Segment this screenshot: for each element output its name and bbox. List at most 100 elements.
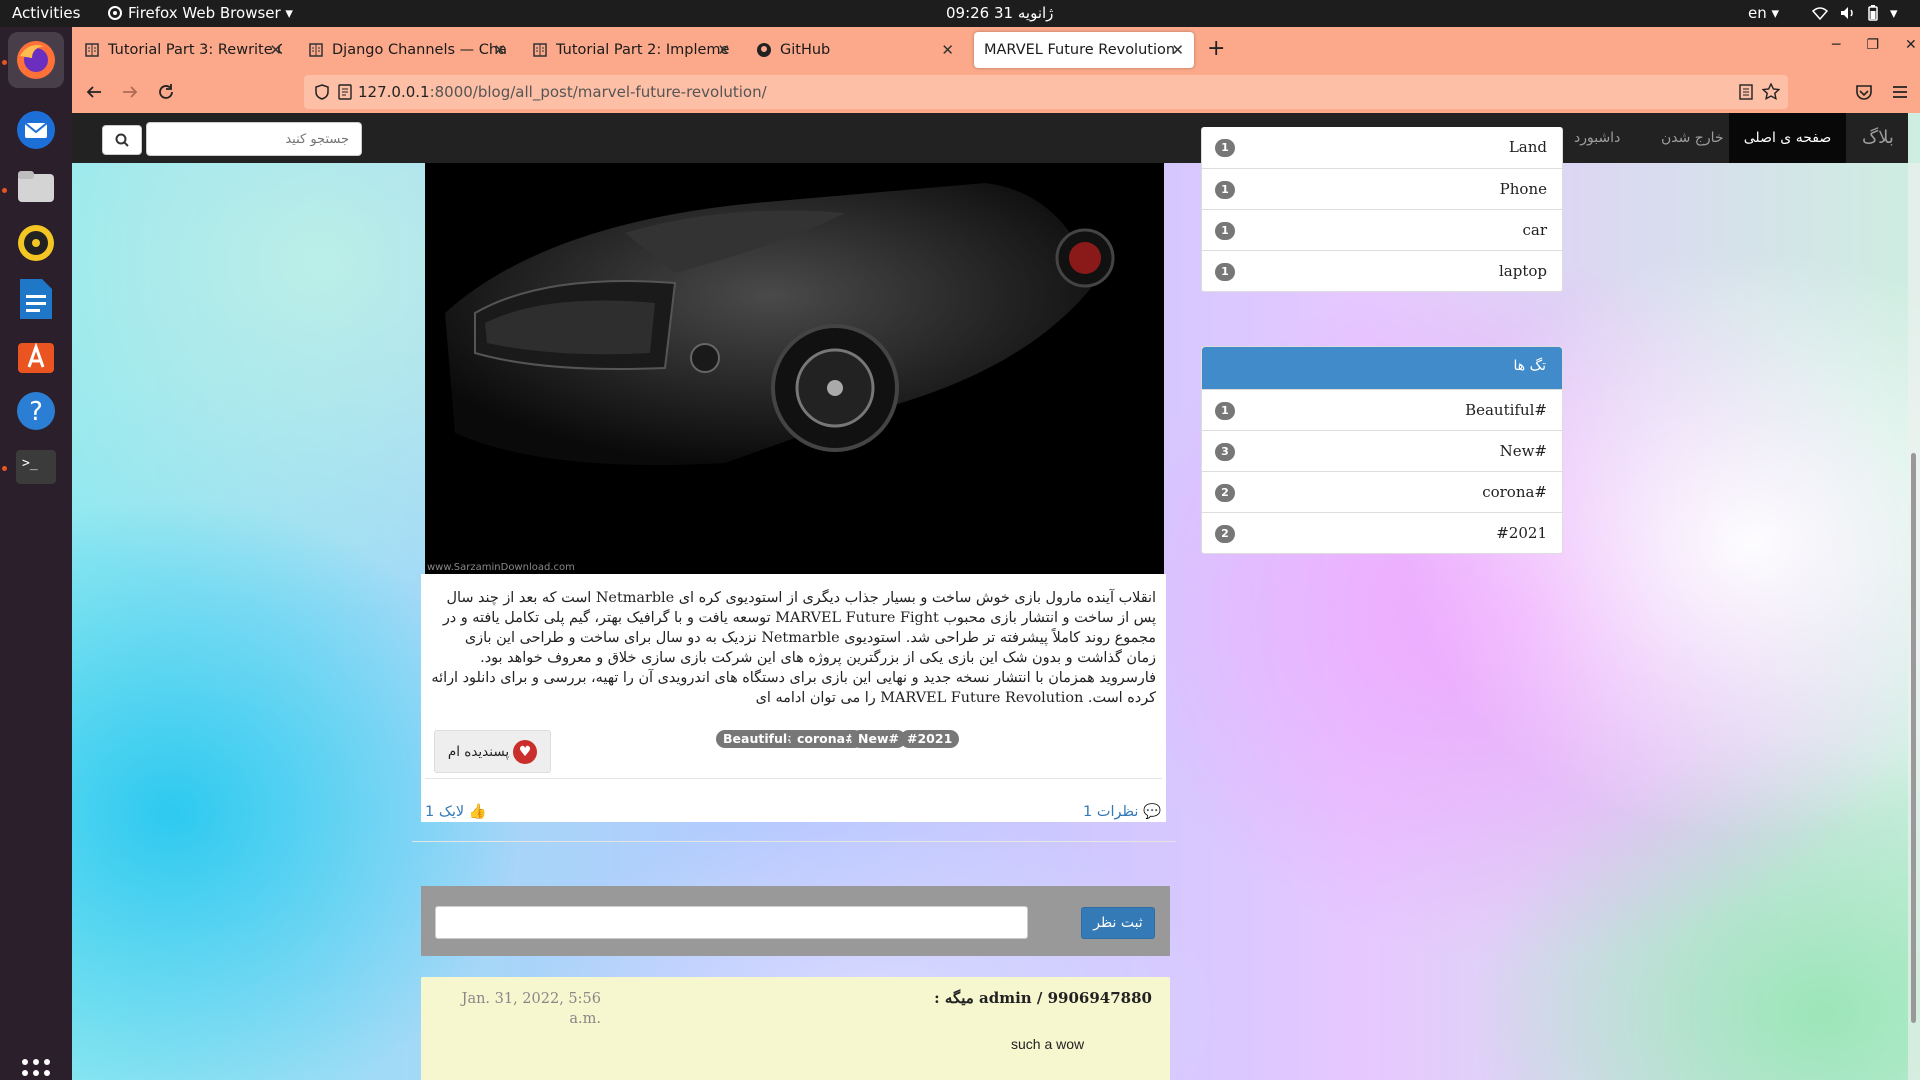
tab-tutorial-part-3[interactable]: Tutorial Part 3: Rewrite C ✕: [74, 32, 292, 68]
dock-software[interactable]: [8, 327, 64, 383]
scrollbar-thumb[interactable]: [1911, 453, 1916, 1023]
firefox-icon: [17, 41, 55, 79]
category-item[interactable]: 1 car: [1202, 209, 1562, 250]
heart-icon: ♥: [513, 739, 538, 764]
volume-icon: [1841, 7, 1853, 19]
app-menu-label: Firefox Web Browser ▾: [128, 4, 293, 22]
tag-item[interactable]: 1 Beautiful#: [1202, 389, 1562, 430]
status-area[interactable]: ▾: [1812, 4, 1898, 22]
page-scrollbar[interactable]: [1908, 163, 1920, 1080]
comment-form: ثبت نظر: [421, 886, 1170, 956]
github-icon: [757, 43, 771, 57]
battery-icon: [1868, 5, 1878, 21]
tag-item[interactable]: 2 corona#: [1202, 471, 1562, 512]
nav-dashboard[interactable]: داشبورد: [1560, 113, 1634, 163]
hamburger-icon: [1893, 86, 1907, 98]
clock[interactable]: 09:26 31 ژانویه: [946, 4, 1053, 22]
doc-icon: [533, 43, 547, 57]
software-center-icon: [18, 342, 54, 373]
category-item[interactable]: 1 laptop: [1202, 250, 1562, 291]
tag-item[interactable]: 3 New#: [1202, 430, 1562, 471]
app-menu-button[interactable]: [1888, 80, 1912, 104]
category-label: car: [1522, 221, 1547, 239]
tag-new[interactable]: New#: [851, 730, 906, 748]
language-indicator[interactable]: en ▾: [1748, 4, 1779, 22]
search-input[interactable]: [146, 122, 362, 156]
tags-panel: تگ ها 1 Beautiful# 3 New# 2 corona# 2 #2…: [1201, 346, 1563, 554]
tags-panel-title: تگ ها: [1202, 347, 1562, 389]
svg-text:?: ?: [29, 397, 43, 427]
tab-marvel-future-revolution[interactable]: MARVEL Future Revolution ✕: [974, 32, 1194, 68]
url-text[interactable]: 127.0.0.1:8000/blog/all_post/marvel-futu…: [358, 83, 767, 101]
comment-date-line-2: a.m.: [569, 1011, 601, 1027]
terminal-icon: >_: [16, 450, 56, 484]
comments-link[interactable]: 💬 نظرات 1: [1083, 803, 1161, 820]
close-icon[interactable]: ✕: [941, 41, 954, 59]
new-tab-button[interactable]: +: [1207, 36, 1225, 61]
back-button[interactable]: [82, 80, 106, 104]
comment-author: admin / 9906947880 میگه :: [934, 989, 1152, 1007]
svg-text:>_: >_: [22, 456, 38, 471]
dock-firefox[interactable]: [8, 32, 64, 88]
help-icon: ?: [17, 392, 55, 430]
dock-help[interactable]: ?: [8, 383, 64, 439]
files-icon: [18, 171, 54, 202]
category-item[interactable]: 1 Land: [1202, 127, 1562, 168]
web-page: تماس با ما فروشگاه داشبورد خارج شدن صفحه…: [72, 113, 1920, 1080]
dock-thunderbird[interactable]: [8, 102, 64, 158]
reader-view-icon[interactable]: [1738, 84, 1754, 100]
page-info-icon[interactable]: [338, 84, 352, 100]
comment-input[interactable]: [435, 906, 1028, 939]
bookmark-star-icon[interactable]: [1762, 83, 1780, 101]
site-navbar: تماس با ما فروشگاه داشبورد خارج شدن صفحه…: [72, 113, 1908, 163]
browser-toolbar: Tutorial Part 3: Rewrite C ✕ Django Chan…: [72, 27, 1920, 113]
writer-icon: [20, 279, 52, 319]
tab-label: MARVEL Future Revolution: [984, 42, 1176, 58]
arrow-left-icon: [86, 86, 101, 98]
tab-tutorial-part-2[interactable]: Tutorial Part 2: Implemen ✕: [522, 32, 740, 68]
close-icon[interactable]: ✕: [717, 41, 730, 59]
tag-2021[interactable]: #2021: [900, 730, 960, 748]
category-count: 1: [1215, 263, 1235, 281]
close-icon[interactable]: ✕: [269, 41, 282, 59]
site-brand[interactable]: بلاگ: [1848, 113, 1908, 163]
submit-comment-button[interactable]: ثبت نظر: [1081, 907, 1155, 939]
category-count: 1: [1215, 139, 1235, 157]
close-window-icon[interactable]: ✕: [1905, 37, 1917, 53]
close-icon[interactable]: ✕: [1171, 41, 1184, 59]
doc-icon: [85, 43, 99, 57]
dock-files[interactable]: [8, 159, 64, 215]
category-label: Phone: [1499, 180, 1547, 198]
forward-button[interactable]: [118, 80, 142, 104]
search-button[interactable]: [102, 125, 142, 155]
nav-home[interactable]: صفحه ی اصلی: [1729, 113, 1846, 163]
activities-button[interactable]: Activities: [12, 4, 80, 22]
shield-icon[interactable]: [314, 84, 330, 100]
tag-label: corona#: [1482, 483, 1547, 501]
like-button[interactable]: ♥ پسندیده ام: [434, 730, 551, 773]
app-menu[interactable]: Firefox Web Browser ▾: [108, 4, 293, 22]
reload-button[interactable]: [154, 80, 178, 104]
tab-github[interactable]: GitHub ✕: [746, 32, 964, 68]
likes-link[interactable]: 👍 لایک 1: [425, 803, 487, 820]
tab-label: Django Channels — Chan: [332, 42, 506, 58]
nav-logout[interactable]: خارج شدن: [1647, 113, 1738, 163]
category-item[interactable]: 1 Phone: [1202, 168, 1562, 209]
url-host: 127.0.0.1: [358, 83, 430, 101]
tag-item[interactable]: 2 #2021: [1202, 512, 1562, 553]
dock-rhythmbox[interactable]: [8, 215, 64, 271]
url-bar[interactable]: 127.0.0.1:8000/blog/all_post/marvel-futu…: [304, 75, 1788, 109]
tag-label: #2021: [1496, 524, 1547, 542]
dock-terminal[interactable]: >_: [8, 439, 64, 495]
likes-count: لایک 1: [425, 804, 465, 820]
close-icon[interactable]: ✕: [493, 41, 506, 59]
minimize-icon[interactable]: ─: [1832, 37, 1840, 53]
reload-icon: [159, 84, 173, 99]
maximize-icon[interactable]: ❐: [1866, 37, 1879, 53]
dock-writer[interactable]: [8, 271, 64, 327]
arrow-right-icon: [123, 86, 138, 98]
pocket-button[interactable]: [1852, 80, 1876, 104]
system-top-bar: Activities Firefox Web Browser ▾ 09:26 3…: [0, 0, 1920, 27]
show-apps-button[interactable]: [8, 1045, 64, 1080]
tab-django-channels[interactable]: Django Channels — Chan ✕: [298, 32, 516, 68]
